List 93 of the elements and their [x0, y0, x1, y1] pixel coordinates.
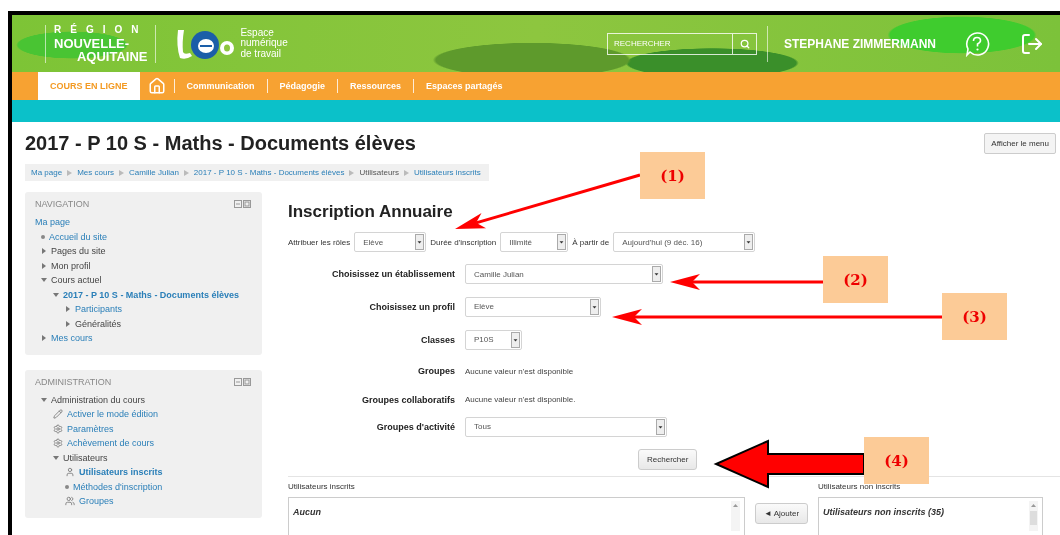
expanded-caret-icon[interactable] [53, 454, 59, 461]
dock-icon[interactable] [234, 200, 252, 208]
dropdown[interactable]: P10S [465, 329, 522, 350]
block-title: ADMINISTRATION [35, 376, 112, 387]
separator-icon [349, 169, 355, 176]
callout-label: (2) [823, 256, 888, 303]
caret-icon [652, 266, 661, 282]
breadcrumb-link[interactable]: Ma page [31, 168, 63, 177]
nav-link[interactable]: Mes cours [51, 333, 93, 344]
user-name[interactable]: STEPHANE ZIMMERMANN [784, 36, 936, 51]
form-title: Inscription Annuaire [288, 202, 454, 222]
dropdown[interactable]: Aujourd'hui (9 déc. 16) [613, 232, 756, 252]
show-menu-button[interactable]: Afficher le menu [984, 133, 1056, 154]
nav-link[interactable]: Méthodes d'inscription [73, 481, 163, 492]
list-option[interactable]: Aucun [293, 507, 321, 517]
callout-label: (1) [640, 152, 705, 199]
dock-icon[interactable] [234, 377, 252, 386]
separator-icon [183, 169, 189, 176]
bullet-icon [65, 484, 69, 489]
expanded-caret-icon[interactable] [41, 396, 47, 403]
field-label: Choisissez un établissement [330, 269, 455, 279]
dropdown[interactable]: Elève [354, 232, 427, 252]
separator-icon [67, 169, 73, 176]
separator-icon [404, 169, 409, 176]
nav-link[interactable]: Paramètres [67, 423, 114, 434]
nav-link[interactable]: Utilisateurs inscrits [79, 467, 163, 478]
gear-icon [53, 438, 63, 449]
caret-icon [590, 298, 599, 315]
field-label: Groupes d'activité [375, 421, 455, 432]
caret-icon [744, 234, 754, 250]
search-button[interactable] [732, 32, 757, 55]
breadcrumb-link[interactable]: Camille Julian [129, 168, 179, 177]
dropdown[interactable]: Tous [465, 416, 667, 437]
dropdown[interactable]: Elève [465, 296, 601, 317]
list-title: Utilisateurs inscrits [288, 482, 356, 491]
add-button[interactable]: ◄ Ajouter [755, 503, 809, 524]
field-value: Aucune valeur n'est disponible [465, 366, 574, 376]
nav-item[interactable]: Cours actuel [51, 275, 102, 286]
caret-icon [415, 234, 425, 250]
collapsed-caret-icon[interactable] [41, 335, 47, 342]
breadcrumb-link[interactable]: Mes cours [77, 168, 115, 177]
bullet-icon [41, 234, 45, 239]
nav-item[interactable]: Mon profil [51, 260, 91, 271]
nav-link[interactable]: Ma page [35, 217, 71, 228]
block-title: NAVIGATION [35, 199, 90, 209]
region-logo: RÉGION NOUVELLE- AQUITAINE [45, 24, 157, 63]
search-field[interactable]: RECHERCHER [607, 32, 732, 55]
tagline: Espace numérique de travail [240, 27, 288, 60]
pencil-icon [53, 409, 63, 420]
field-label: Attribuer les rôles [288, 237, 351, 247]
caret-icon [511, 331, 520, 348]
caret-icon [656, 418, 665, 435]
field-label: Classes [419, 334, 455, 345]
nav-link[interactable]: Participants [75, 304, 123, 315]
user-list[interactable]: Utilisateurs non inscrits (35) [818, 497, 1044, 535]
nav-link[interactable]: Groupes [79, 496, 114, 507]
callout-label: (3) [942, 293, 1007, 340]
breadcrumb-link[interactable]: 2017 - P 10 S - Maths - Documents élèves [193, 168, 345, 177]
list-title: Utilisateurs non inscrits [818, 482, 902, 491]
page-title: 2017 - P 10 S - Maths - Documents élèves [25, 132, 416, 155]
field-label: Groupes collaboratifs [360, 394, 455, 405]
scrollbar[interactable] [1029, 501, 1039, 531]
scrollbar[interactable] [731, 501, 740, 531]
list-option[interactable]: Utilisateurs non inscrits (35) [823, 507, 945, 517]
nav-link[interactable]: Activer le mode édition [67, 409, 159, 420]
help-icon[interactable] [964, 30, 990, 57]
users-icon [65, 496, 75, 507]
search-icon [739, 38, 750, 49]
dropdown[interactable]: Camille Julian [465, 264, 663, 284]
field-value: Aucune valeur n'est disponible. [465, 395, 576, 404]
dropdown[interactable]: Illimité [500, 232, 569, 252]
caret-icon [557, 234, 567, 250]
nav-tab[interactable]: COURS EN LIGNE [38, 72, 140, 100]
nav-link[interactable]: 2017 - P 10 S - Maths - Documents élèves [63, 289, 239, 300]
nav-item[interactable]: Généralités [75, 318, 122, 329]
breadcrumb-item: Utilisateurs [359, 168, 399, 177]
user-list[interactable]: Aucun [288, 497, 745, 535]
nav-link[interactable]: Accueil du site [49, 231, 108, 242]
user-icon [65, 467, 75, 478]
field-label: Durée d'inscription [430, 237, 497, 247]
nav-item[interactable]: Utilisateurs [63, 452, 108, 463]
nav-item[interactable]: Administration du cours [51, 394, 146, 405]
breadcrumb-link[interactable]: Utilisateurs inscrits [414, 168, 481, 177]
callout-label: (4) [864, 437, 929, 484]
nav-item[interactable]: Pages du site [51, 246, 106, 257]
logout-icon[interactable] [1020, 31, 1044, 56]
separator-icon [119, 169, 125, 176]
field-label: Groupes [417, 366, 455, 376]
search-button[interactable]: Rechercher [638, 449, 698, 470]
field-label: Choisissez un profil [368, 301, 455, 312]
nav-link[interactable]: Achèvement de cours [67, 438, 155, 449]
field-label: À partir de [572, 237, 610, 247]
gear-icon [53, 423, 63, 434]
